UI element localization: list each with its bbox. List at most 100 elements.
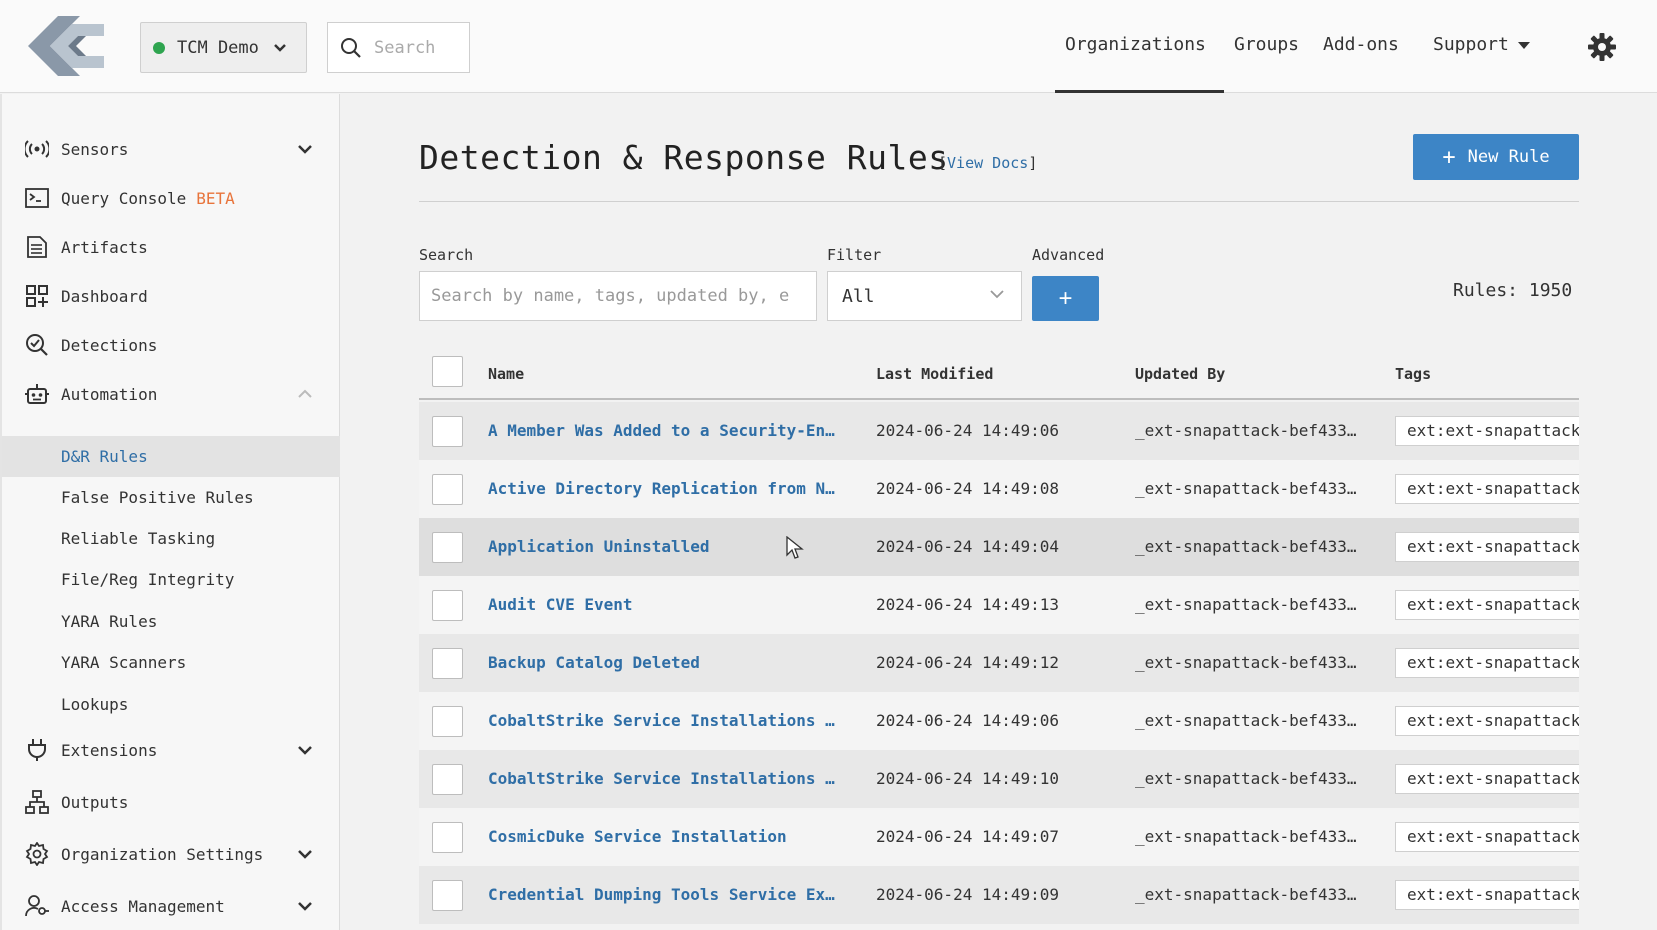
table-row[interactable]: Active Directory Replication from N… 202… (419, 460, 1579, 518)
chevron-down-icon (298, 850, 312, 859)
table-row[interactable]: Backup Catalog Deleted 2024-06-24 14:49:… (419, 634, 1579, 692)
chevron-down-icon (274, 43, 286, 52)
table-row[interactable]: A Member Was Added to a Security-En… 202… (419, 402, 1579, 460)
row-checkbox[interactable] (432, 474, 463, 505)
filter-select[interactable]: All (827, 271, 1022, 321)
sidebar-item-sensors[interactable]: Sensors (2, 128, 340, 170)
sidebar-item-dr-rules[interactable]: D&R Rules (2, 436, 340, 477)
row-checkbox[interactable] (432, 764, 463, 795)
rule-name-link[interactable]: Backup Catalog Deleted (488, 653, 843, 672)
sidebar-item-organization-settings[interactable]: Organization Settings (2, 833, 340, 875)
row-checkbox[interactable] (432, 532, 463, 563)
column-last-modified[interactable]: Last Modified (876, 365, 993, 383)
table-row[interactable]: Application Uninstalled 2024-06-24 14:49… (419, 518, 1579, 576)
sidebar-item-lookups[interactable]: Lookups (2, 684, 340, 725)
tag-chip[interactable]: ext:ext-snapattack (1395, 474, 1579, 504)
sidebar-label-query-console: Query Console BETA (61, 189, 235, 208)
global-search[interactable] (327, 22, 470, 73)
search-label: Search (419, 246, 474, 264)
sidebar-item-artifacts[interactable]: Artifacts (2, 226, 340, 268)
settings-icon (24, 841, 50, 867)
rule-name-link[interactable]: A Member Was Added to a Security-En… (488, 421, 843, 440)
row-checkbox[interactable] (432, 880, 463, 911)
sidebar-item-access-management[interactable]: Access Management (2, 885, 340, 927)
updated-by: _ext-snapattack-bef433… (1135, 711, 1357, 730)
last-modified: 2024-06-24 14:49:12 (876, 653, 1060, 672)
table-header: Name Last Modified Updated By Tags (419, 346, 1579, 400)
user-key-icon (24, 893, 50, 919)
last-modified: 2024-06-24 14:49:04 (876, 537, 1060, 556)
chevron-down-icon (990, 290, 1004, 299)
row-checkbox[interactable] (432, 590, 463, 621)
view-docs-label: View Docs (947, 154, 1029, 172)
filter-label: Filter (827, 246, 882, 264)
rule-name-link[interactable]: CobaltStrike Service Installations … (488, 769, 843, 788)
sidebar-item-reliable-tasking[interactable]: Reliable Tasking (2, 518, 340, 559)
sidebar-item-automation[interactable]: Automation (2, 373, 340, 415)
updated-by: _ext-snapattack-bef433… (1135, 827, 1357, 846)
table-row[interactable]: CobaltStrike Service Installations … 202… (419, 750, 1579, 808)
last-modified: 2024-06-24 14:49:08 (876, 479, 1060, 498)
global-search-input[interactable] (374, 37, 459, 58)
table-row[interactable]: CosmicDuke Service Installation 2024-06-… (419, 808, 1579, 866)
tag-chip[interactable]: ext:ext-snapattack (1395, 648, 1579, 678)
rule-name-link[interactable]: CobaltStrike Service Installations … (488, 711, 843, 730)
view-docs-link[interactable]: [View Docs] (938, 154, 1037, 172)
sidebar-item-false-positive-rules[interactable]: False Positive Rules (2, 477, 340, 518)
gear-icon[interactable] (1588, 33, 1616, 61)
tag-chip[interactable]: ext:ext-snapattack (1395, 880, 1579, 910)
sidebar: Sensors Query Console BETA Artifacts Dash… (0, 94, 340, 930)
rule-name-link[interactable]: Credential Dumping Tools Service Ex… (488, 885, 843, 904)
sidebar-label-artifacts: Artifacts (61, 237, 148, 257)
sidebar-label-automation: Automation (61, 384, 158, 404)
sidebar-item-query-console[interactable]: Query Console BETA (2, 177, 340, 219)
row-checkbox[interactable] (432, 822, 463, 853)
sidebar-item-yara-scanners[interactable]: YARA Scanners (2, 642, 340, 683)
row-checkbox[interactable] (432, 648, 463, 679)
nav-organizations[interactable]: Organizations (1065, 34, 1206, 55)
sidebar-item-extensions[interactable]: Extensions (2, 729, 340, 771)
select-all-checkbox[interactable] (432, 356, 463, 387)
tag-chip[interactable]: ext:ext-snapattack (1395, 706, 1579, 736)
tag-chip[interactable]: ext:ext-snapattack (1395, 416, 1579, 446)
tag-chip[interactable]: ext:ext-snapattack (1395, 822, 1579, 852)
sidebar-label-detections: Detections (61, 335, 158, 355)
nav-addons[interactable]: Add-ons (1323, 34, 1399, 55)
sidebar-item-file-reg-integrity[interactable]: File/Reg Integrity (2, 559, 340, 600)
table-row[interactable]: Audit CVE Event 2024-06-24 14:49:13 _ext… (419, 576, 1579, 634)
column-tags[interactable]: Tags (1395, 365, 1431, 383)
sidebar-item-detections[interactable]: Detections (2, 324, 340, 366)
app-logo[interactable] (28, 14, 108, 78)
rule-name-link[interactable]: CosmicDuke Service Installation (488, 827, 843, 846)
row-checkbox[interactable] (432, 416, 463, 447)
last-modified: 2024-06-24 14:49:09 (876, 885, 1060, 904)
document-icon (24, 234, 50, 260)
sidebar-label-outputs: Outputs (61, 792, 129, 812)
updated-by: _ext-snapattack-bef433… (1135, 479, 1357, 498)
sidebar-item-outputs[interactable]: Outputs (2, 781, 340, 823)
column-updated-by[interactable]: Updated By (1135, 365, 1225, 383)
rule-name-link[interactable]: Audit CVE Event (488, 595, 843, 614)
tag-chip[interactable]: ext:ext-snapattack (1395, 764, 1579, 794)
table-row[interactable]: Credential Dumping Tools Service Ex… 202… (419, 866, 1579, 924)
row-checkbox[interactable] (432, 706, 463, 737)
tag-chip[interactable]: ext:ext-snapattack (1395, 532, 1579, 562)
new-rule-button[interactable]: + New Rule (1413, 134, 1579, 180)
updated-by: _ext-snapattack-bef433… (1135, 421, 1357, 440)
active-nav-indicator (1055, 90, 1224, 93)
table-row[interactable]: CobaltStrike Service Installations … 202… (419, 692, 1579, 750)
last-modified: 2024-06-24 14:49:06 (876, 421, 1060, 440)
updated-by: _ext-snapattack-bef433… (1135, 653, 1357, 672)
sidebar-item-dashboard[interactable]: Dashboard (2, 275, 340, 317)
rules-search-input[interactable] (419, 271, 817, 321)
rule-name-link[interactable]: Active Directory Replication from N… (488, 479, 843, 498)
nav-groups[interactable]: Groups (1234, 34, 1299, 55)
chevron-down-icon (298, 746, 312, 755)
org-selector[interactable]: TCM Demo (140, 22, 307, 73)
sidebar-item-yara-rules[interactable]: YARA Rules (2, 601, 340, 642)
tag-chip[interactable]: ext:ext-snapattack (1395, 590, 1579, 620)
advanced-add-button[interactable]: + (1032, 276, 1099, 321)
column-name[interactable]: Name (488, 365, 524, 383)
nav-support[interactable]: Support (1433, 34, 1531, 55)
sidebar-label-sensors: Sensors (61, 139, 129, 159)
